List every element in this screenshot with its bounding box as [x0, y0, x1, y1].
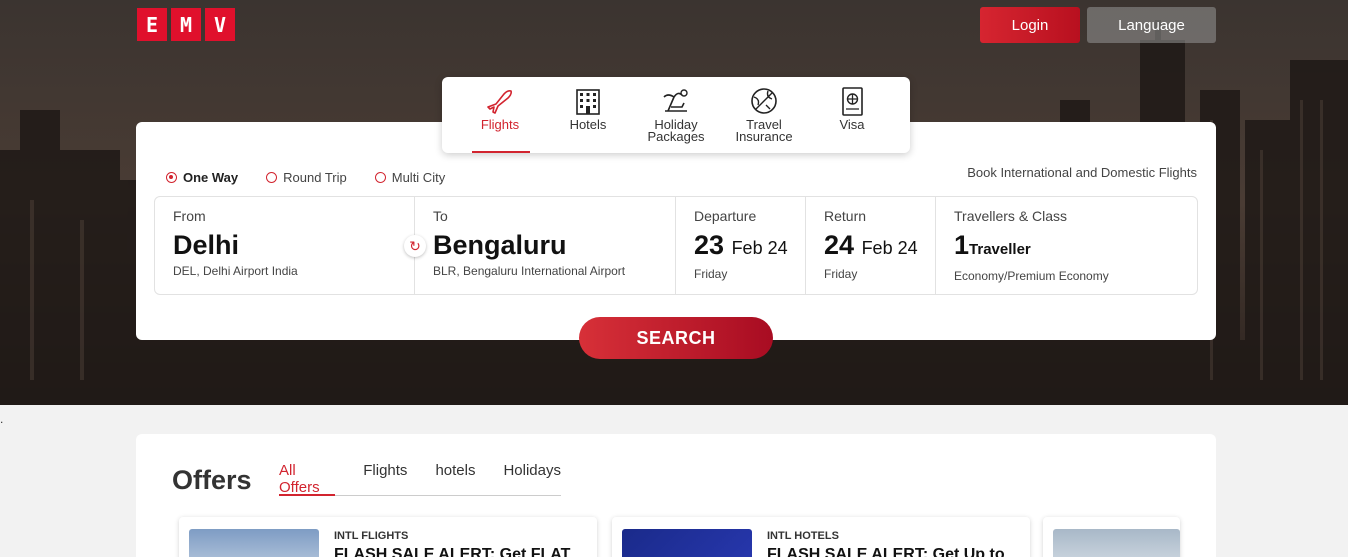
- offers-section: Offers All Offers Flights hotels Holiday…: [136, 434, 1216, 557]
- travellers-field[interactable]: Travellers & Class 1Traveller Economy/Pr…: [936, 197, 1197, 294]
- to-field[interactable]: To Bengaluru BLR, Bengaluru Internationa…: [415, 197, 676, 294]
- trip-type-selector: One Way Round Trip Multi City: [166, 170, 445, 185]
- return-field[interactable]: Return 24 Feb 24 Friday: [806, 197, 936, 294]
- tab-label: Holiday Packages: [647, 117, 705, 144]
- stray-text: .: [0, 412, 4, 426]
- radio-icon: [266, 172, 278, 183]
- to-airport: BLR, Bengaluru International Airport: [433, 264, 626, 278]
- return-month: Feb 24: [861, 238, 918, 258]
- departure-month: Feb 24: [731, 238, 788, 258]
- field-caption: From: [173, 208, 206, 224]
- tab-label: Visa: [839, 117, 865, 132]
- logo-letter: M: [171, 8, 201, 41]
- insurance-icon: [751, 88, 777, 114]
- tab-travel-insurance[interactable]: Travel Insurance: [720, 77, 808, 153]
- from-airport: DEL, Delhi Airport India: [173, 264, 298, 278]
- language-button[interactable]: Language: [1087, 7, 1216, 43]
- tab-label: Hotels: [569, 117, 607, 132]
- field-caption: Return: [824, 208, 867, 224]
- offer-tab-holidays[interactable]: Holidays: [503, 462, 561, 495]
- radio-icon: [374, 172, 386, 183]
- radio-selected-icon: [166, 172, 177, 183]
- field-caption: To: [433, 208, 448, 224]
- plane-icon: [487, 90, 512, 114]
- tab-label: Flights: [480, 117, 520, 132]
- offer-tab-all[interactable]: All Offers: [279, 462, 336, 496]
- departure-day: 23: [694, 230, 725, 260]
- offer-thumbnail: [622, 529, 752, 557]
- logo-letter: E: [137, 8, 167, 41]
- tab-hotels[interactable]: Hotels: [544, 77, 632, 153]
- offer-card[interactable]: INTL HOTELS FLASH SALE ALERT: Get Up to: [612, 517, 1030, 557]
- offer-card[interactable]: INTL FLIGHTS FLASH SALE ALERT: Get FLAT: [179, 517, 597, 557]
- offer-headline: FLASH SALE ALERT: Get Up to: [767, 546, 1005, 557]
- traveller-unit: Traveller: [969, 241, 1031, 258]
- from-field[interactable]: From Delhi DEL, Delhi Airport India ↻: [155, 197, 426, 294]
- offers-title: Offers: [172, 465, 252, 495]
- offer-thumbnail: [1053, 529, 1180, 557]
- field-caption: Departure: [694, 208, 757, 224]
- trip-multi-city[interactable]: Multi City: [374, 170, 446, 185]
- return-weekday: Friday: [824, 267, 858, 281]
- login-button[interactable]: Login: [980, 7, 1080, 43]
- offer-tab-flights[interactable]: Flights: [363, 462, 407, 495]
- trip-label: Round Trip: [283, 170, 347, 185]
- offer-tab-hotels[interactable]: hotels: [435, 462, 475, 495]
- brand-logo[interactable]: E M V: [137, 8, 235, 41]
- passport-icon: [842, 87, 863, 116]
- travel-class: Economy/Premium Economy: [954, 269, 1109, 283]
- hotel-icon: [576, 89, 600, 115]
- search-fields: From Delhi DEL, Delhi Airport India ↻ To…: [154, 196, 1198, 295]
- trip-label: Multi City: [391, 170, 446, 185]
- return-date: 24 Feb 24: [824, 230, 935, 263]
- trip-round-trip[interactable]: Round Trip: [266, 170, 347, 185]
- book-info-text: Book International and Domestic Flights: [967, 165, 1197, 180]
- return-day: 24: [824, 230, 855, 260]
- tab-holiday-packages[interactable]: Holiday Packages: [632, 77, 720, 153]
- to-city: Bengaluru: [433, 230, 567, 260]
- search-button[interactable]: SEARCH: [579, 317, 773, 359]
- offer-category: INTL HOTELS: [767, 530, 839, 542]
- offer-card[interactable]: [1043, 517, 1180, 557]
- tab-flights[interactable]: Flights: [456, 77, 544, 153]
- holiday-icon: [663, 89, 688, 112]
- offer-headline: FLASH SALE ALERT: Get FLAT: [334, 546, 571, 557]
- traveller-number: 1: [954, 230, 970, 260]
- logo-letter: V: [205, 8, 235, 41]
- swap-icon[interactable]: ↻: [404, 235, 426, 257]
- trip-label: One Way: [183, 170, 239, 185]
- field-caption: Travellers & Class: [954, 208, 1068, 224]
- from-city: Delhi: [173, 230, 240, 260]
- offer-thumbnail: [189, 529, 319, 557]
- tab-label: Travel Insurance: [735, 117, 793, 144]
- trip-one-way[interactable]: One Way: [166, 170, 238, 185]
- offers-tabs: All Offers Flights hotels Holidays: [279, 462, 561, 496]
- service-tabs: Flights Hotels Holiday Packages Travel I…: [442, 77, 910, 153]
- departure-date: 23 Feb 24: [694, 230, 805, 263]
- departure-field[interactable]: Departure 23 Feb 24 Friday: [676, 197, 806, 294]
- tab-visa[interactable]: Visa: [808, 77, 896, 153]
- departure-weekday: Friday: [694, 267, 728, 281]
- traveller-count: 1Traveller: [954, 230, 1197, 265]
- offer-category: INTL FLIGHTS: [334, 530, 409, 542]
